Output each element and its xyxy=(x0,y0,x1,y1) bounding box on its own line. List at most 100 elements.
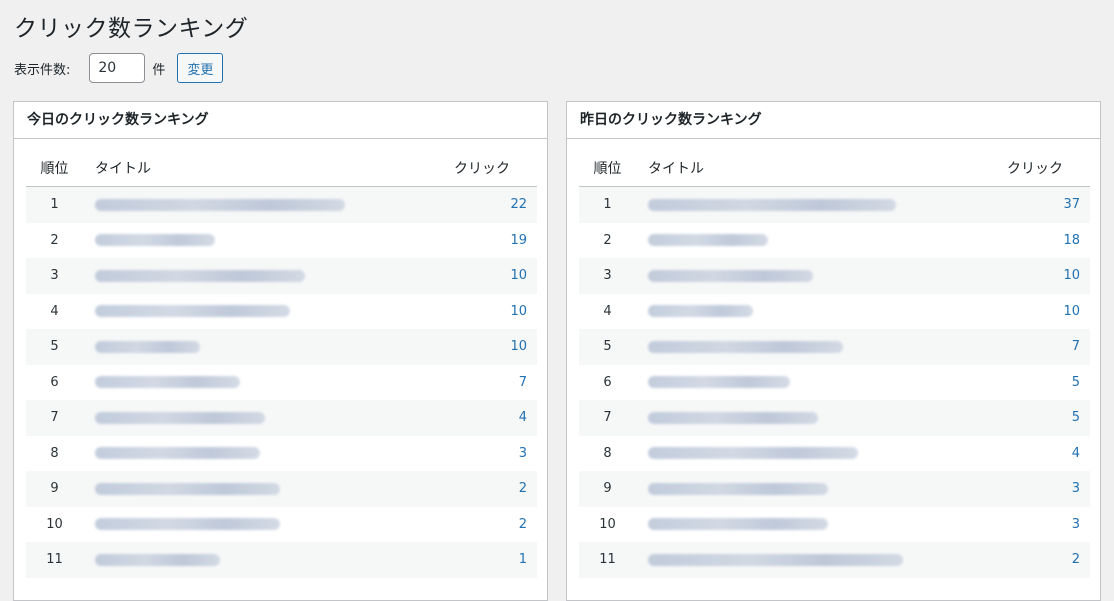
header-rank: 順位 xyxy=(593,160,622,177)
click-count-link[interactable]: 2 xyxy=(1007,552,1090,567)
title-cell[interactable] xyxy=(83,233,454,248)
title-cell[interactable] xyxy=(636,446,1007,461)
title-cell[interactable] xyxy=(636,375,1007,390)
title-cell[interactable] xyxy=(83,481,454,496)
rank-cell: 5 xyxy=(50,339,59,355)
title-cell[interactable] xyxy=(636,552,1007,567)
title-cell[interactable] xyxy=(83,304,454,319)
blurred-title-link[interactable] xyxy=(648,198,896,211)
click-count-link[interactable]: 18 xyxy=(1007,233,1090,248)
blurred-title-link[interactable] xyxy=(648,269,813,282)
blurred-title-link[interactable] xyxy=(95,518,280,531)
title-cell[interactable] xyxy=(636,517,1007,532)
title-cell[interactable] xyxy=(636,304,1007,319)
title-cell[interactable] xyxy=(636,197,1007,212)
table-row: 74 xyxy=(26,400,537,436)
table-row: 10 2 xyxy=(26,507,537,543)
title-cell[interactable] xyxy=(83,339,454,354)
click-count-link[interactable]: 2 xyxy=(454,481,537,496)
blurred-title-link[interactable] xyxy=(648,376,790,389)
blurred-title-link[interactable] xyxy=(648,447,858,460)
title-cell[interactable] xyxy=(83,446,454,461)
table-row: 11 1 xyxy=(26,542,537,578)
click-count-link[interactable]: 19 xyxy=(454,233,537,248)
table-row: 3 10 xyxy=(26,258,537,294)
table-body: 1 22 2 19 3 10 4 10 5 10 6 7 7 4 8 3 9 2 10 2 11 1 xyxy=(26,187,537,578)
title-cell[interactable] xyxy=(83,517,454,532)
blurred-title-link[interactable] xyxy=(648,518,828,531)
table-row: 84 xyxy=(579,436,1090,472)
rank-cell: 11 xyxy=(46,552,63,568)
blurred-title-link[interactable] xyxy=(95,411,265,424)
blurred-title-link[interactable] xyxy=(95,269,305,282)
blurred-title-link[interactable] xyxy=(648,553,903,566)
blurred-title-link[interactable] xyxy=(95,482,280,495)
table-row: 2 19 xyxy=(26,223,537,259)
blurred-title-link[interactable] xyxy=(95,447,260,460)
click-count-link[interactable]: 7 xyxy=(1007,339,1090,354)
table-row: 92 xyxy=(26,471,537,507)
click-count-link[interactable]: 22 xyxy=(454,197,537,212)
table-body: 1 37 2 18 3 10 4 10 5 7 6 5 7 5 8 4 9 3 10 3 11 2 xyxy=(579,187,1090,578)
blurred-title-link[interactable] xyxy=(95,305,290,318)
click-count-link[interactable]: 3 xyxy=(1007,481,1090,496)
title-cell[interactable] xyxy=(636,268,1007,283)
title-cell[interactable] xyxy=(83,375,454,390)
click-count-link[interactable]: 1 xyxy=(454,552,537,567)
click-count-link[interactable]: 10 xyxy=(454,304,537,319)
display-count-unit: 件 xyxy=(152,62,166,78)
table-row: 1 37 xyxy=(579,187,1090,223)
click-count-link[interactable]: 4 xyxy=(454,410,537,425)
title-cell[interactable] xyxy=(83,197,454,212)
display-count-label: 表示件数: xyxy=(14,62,71,78)
blurred-title-link[interactable] xyxy=(95,340,200,353)
title-cell[interactable] xyxy=(636,410,1007,425)
rank-cell: 7 xyxy=(603,410,612,426)
today-ranking-panel: 今日のクリック数ランキング 順位 タイトル クリック 1 22 2 19 3 10 4 10 5… xyxy=(13,101,548,601)
rank-cell: 7 xyxy=(50,410,59,426)
click-count-link[interactable]: 5 xyxy=(1007,410,1090,425)
blurred-title-link[interactable] xyxy=(648,305,753,318)
click-count-link[interactable]: 3 xyxy=(454,446,537,461)
blurred-title-link[interactable] xyxy=(648,482,828,495)
table-row: 1 22 xyxy=(26,187,537,223)
title-cell[interactable] xyxy=(83,410,454,425)
title-cell[interactable] xyxy=(636,481,1007,496)
blurred-title-link[interactable] xyxy=(648,411,818,424)
table-row: 83 xyxy=(26,436,537,472)
blurred-title-link[interactable] xyxy=(648,340,843,353)
rank-cell: 2 xyxy=(50,232,59,248)
blurred-title-link[interactable] xyxy=(95,553,220,566)
title-cell[interactable] xyxy=(636,233,1007,248)
table-row: 67 xyxy=(26,365,537,401)
click-count-link[interactable]: 4 xyxy=(1007,446,1090,461)
blurred-title-link[interactable] xyxy=(95,376,240,389)
title-cell[interactable] xyxy=(636,339,1007,354)
change-button[interactable]: 変更 xyxy=(177,53,224,83)
click-count-link[interactable]: 10 xyxy=(1007,304,1090,319)
click-count-link[interactable]: 10 xyxy=(454,339,537,354)
blurred-title-link[interactable] xyxy=(648,234,768,247)
panel-title: 今日のクリック数ランキング xyxy=(14,102,547,139)
click-count-link[interactable]: 5 xyxy=(1007,375,1090,390)
blurred-title-link[interactable] xyxy=(95,198,345,211)
title-cell[interactable] xyxy=(83,268,454,283)
title-cell[interactable] xyxy=(83,552,454,567)
rank-cell: 3 xyxy=(50,268,59,284)
rank-cell: 10 xyxy=(599,516,616,532)
rank-cell: 5 xyxy=(603,339,612,355)
table-row: 2 18 xyxy=(579,223,1090,259)
display-count-input[interactable] xyxy=(89,53,146,83)
rank-cell: 4 xyxy=(603,303,612,319)
click-count-link[interactable]: 10 xyxy=(454,268,537,283)
display-count-form: 表示件数: 件 変更 xyxy=(14,53,224,83)
click-count-link[interactable]: 2 xyxy=(454,517,537,532)
table-row: 65 xyxy=(579,365,1090,401)
yesterday-ranking-panel: 昨日のクリック数ランキング 順位 タイトル クリック 1 37 2 18 3 10 4 10 5… xyxy=(566,101,1101,601)
click-count-link[interactable]: 37 xyxy=(1007,197,1090,212)
blurred-title-link[interactable] xyxy=(95,234,215,247)
header-title: タイトル xyxy=(95,160,151,177)
click-count-link[interactable]: 7 xyxy=(454,375,537,390)
click-count-link[interactable]: 10 xyxy=(1007,268,1090,283)
click-count-link[interactable]: 3 xyxy=(1007,517,1090,532)
